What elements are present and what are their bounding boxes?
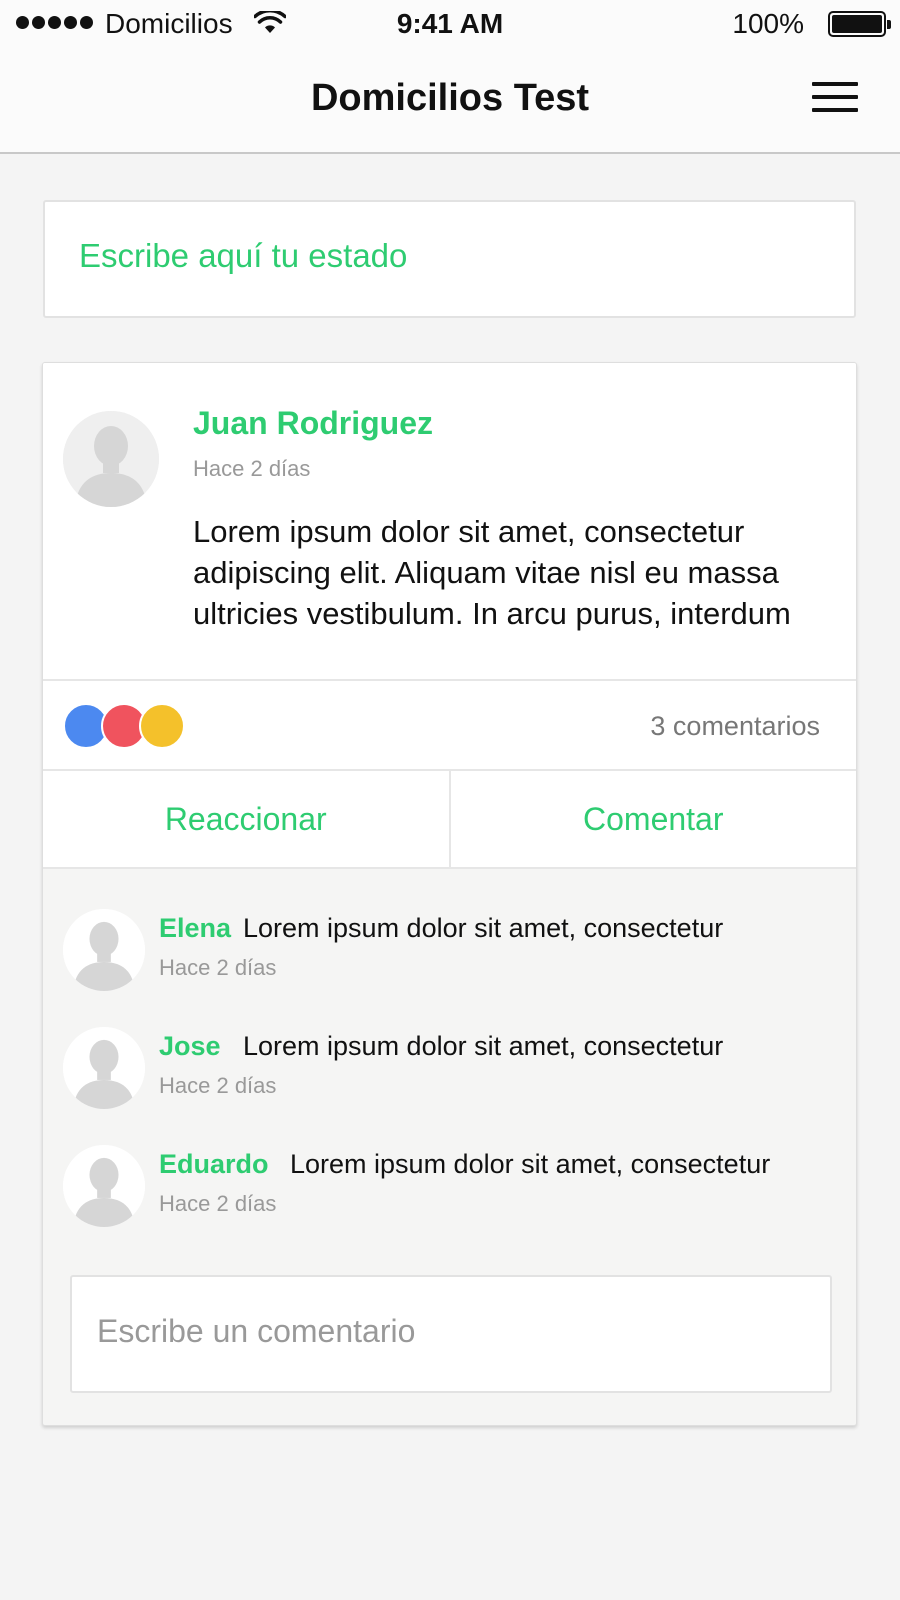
post-text: Lorem ipsum dolor sit amet, consectetur … xyxy=(193,514,791,631)
navigation-bar: Domicilios Test xyxy=(0,50,900,154)
battery-percentage: 100% xyxy=(732,8,804,39)
comment-author[interactable]: Eduardo xyxy=(159,1149,269,1180)
avatar[interactable] xyxy=(63,1145,145,1227)
post-author-name[interactable]: Juan Rodriguez xyxy=(193,405,433,442)
avatar[interactable] xyxy=(63,411,159,507)
avatar[interactable] xyxy=(63,909,145,991)
post-timestamp: Hace 2 días xyxy=(193,456,311,481)
comment-timestamp: Hace 2 días xyxy=(159,1191,277,1216)
comment-button[interactable]: Comentar xyxy=(448,771,857,867)
comment-count[interactable]: 3 comentarios xyxy=(650,711,820,742)
comment-text: Lorem ipsum dolor sit amet, consectetur xyxy=(243,1031,724,1061)
page-title: Domicilios Test xyxy=(310,77,590,119)
comment-text: Lorem ipsum dolor sit amet, consectetur xyxy=(290,1149,771,1179)
status-input[interactable]: Escribe aquí tu estado xyxy=(43,200,856,318)
list-item: Jose Lorem ipsum dolor sit amet, consect… xyxy=(43,987,856,1109)
comment-timestamp: Hace 2 días xyxy=(159,955,277,980)
comment-timestamp: Hace 2 días xyxy=(159,1073,277,1098)
battery-icon xyxy=(828,11,891,37)
reaction-icon[interactable] xyxy=(139,703,185,749)
post-body: Juan Rodriguez Hace 2 días Lorem ipsum d… xyxy=(43,363,856,679)
react-button[interactable]: Reaccionar xyxy=(43,771,449,867)
comment-input[interactable]: Escribe un comentario xyxy=(70,1275,832,1393)
comment-text: Lorem ipsum dolor sit amet, consectetur xyxy=(243,913,724,943)
post-card: Juan Rodriguez Hace 2 días Lorem ipsum d… xyxy=(42,362,857,1426)
post-actions: Reaccionar Comentar xyxy=(43,771,856,869)
comment-author[interactable]: Elena xyxy=(159,913,231,944)
list-item: Eduardo Lorem ipsum dolor sit amet, cons… xyxy=(43,1105,856,1227)
list-item: Elena Lorem ipsum dolor sit amet, consec… xyxy=(43,869,856,991)
hamburger-menu-icon[interactable] xyxy=(812,82,858,118)
post-stats-bar: 3 comentarios xyxy=(43,679,856,771)
comment-author[interactable]: Jose xyxy=(159,1031,221,1062)
status-bar: Domicilios 9:41 AM 100% xyxy=(0,0,900,50)
avatar[interactable] xyxy=(63,1027,145,1109)
